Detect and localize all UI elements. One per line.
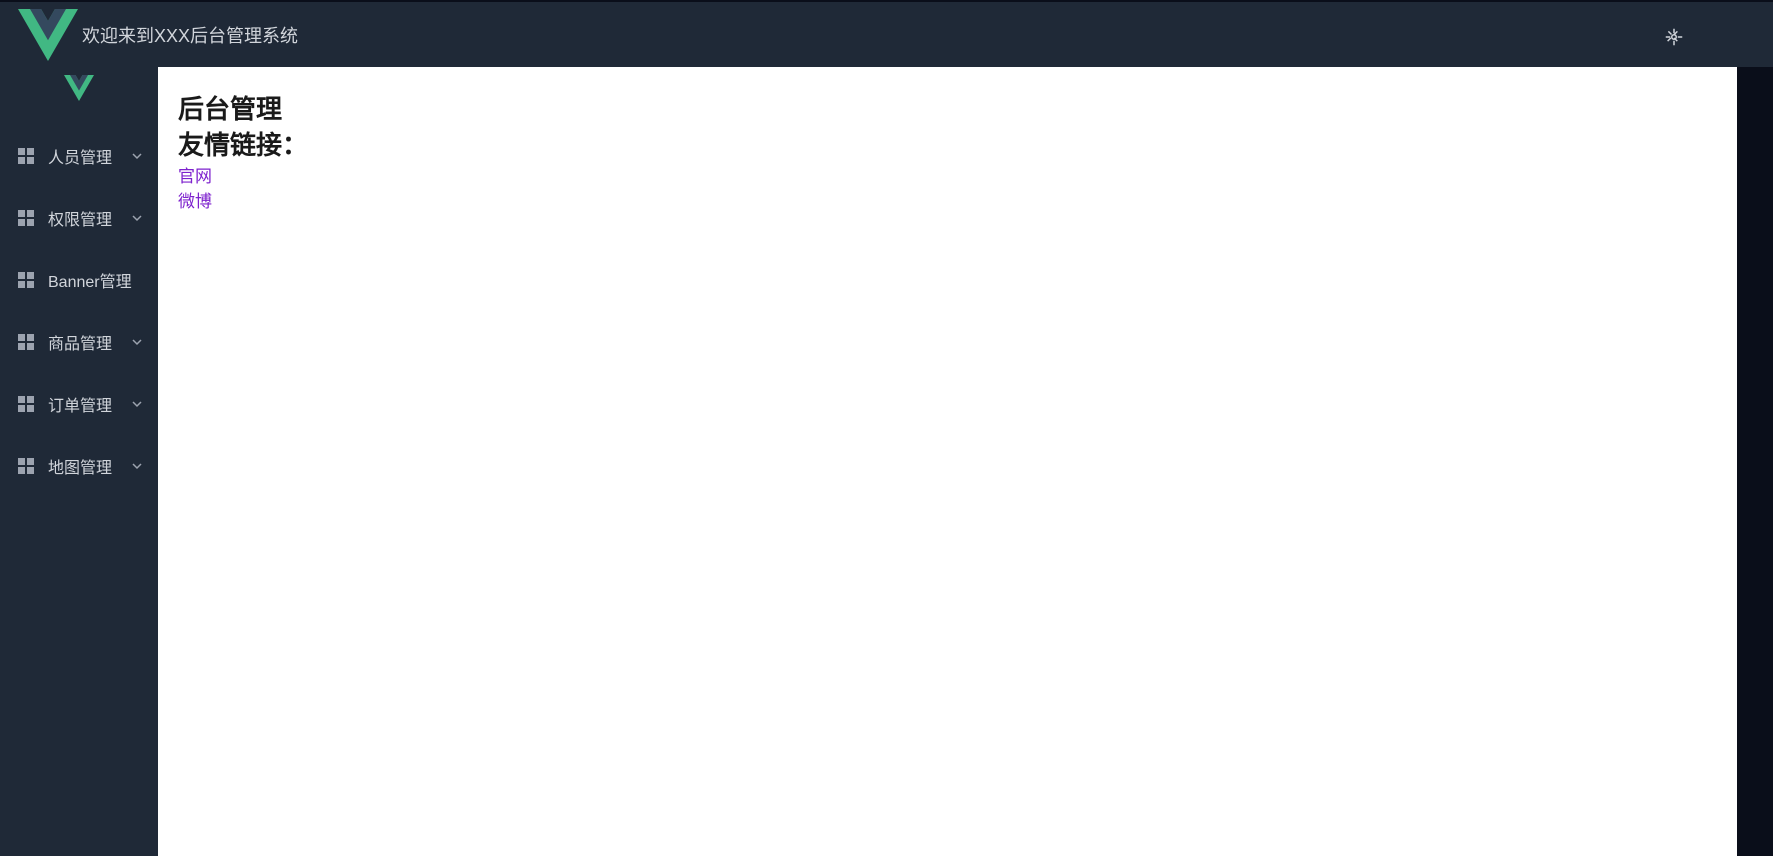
main-content: 后台管理 友情链接： 官网 微博: [158, 67, 1737, 856]
chevron-down-icon: [132, 399, 142, 409]
sidebar-item-label: 订单管理: [48, 392, 132, 416]
sidebar-item-personnel[interactable]: 人员管理: [0, 125, 158, 187]
sidebar-item-permissions[interactable]: 权限管理: [0, 187, 158, 249]
right-gutter: [1755, 67, 1773, 856]
sidebar-item-label: Banner管理: [48, 268, 158, 292]
vue-logo-icon: [18, 5, 78, 65]
sidebar-item-label: 商品管理: [48, 330, 132, 354]
sidebar-item-label: 权限管理: [48, 206, 132, 230]
links-heading: 友情链接：: [178, 127, 1717, 163]
grid-icon: [18, 148, 34, 164]
sidebar-item-label: 地图管理: [48, 454, 132, 478]
chevron-down-icon: [132, 151, 142, 161]
chevron-down-icon: [132, 213, 142, 223]
grid-icon: [18, 458, 34, 474]
header-title: 欢迎来到XXX后台管理系统: [82, 22, 298, 48]
settings-icon[interactable]: [1665, 28, 1683, 46]
sidebar-item-label: 人员管理: [48, 144, 132, 168]
sidebar-item-orders[interactable]: 订单管理: [0, 373, 158, 435]
grid-icon: [18, 272, 34, 288]
link-official[interactable]: 官网: [178, 164, 1717, 190]
grid-icon: [18, 334, 34, 350]
grid-icon: [18, 210, 34, 226]
chevron-down-icon: [132, 461, 142, 471]
sidebar-item-banner[interactable]: Banner管理: [0, 249, 158, 311]
vue-logo-small-icon: [64, 75, 94, 101]
container: 人员管理 权限管理 Banner管理 商品管理 订单管理: [0, 67, 1773, 856]
sidebar-item-maps[interactable]: 地图管理: [0, 435, 158, 497]
link-weibo[interactable]: 微博: [178, 189, 1717, 215]
chevron-down-icon: [132, 337, 142, 347]
header: 欢迎来到XXX后台管理系统: [0, 0, 1773, 67]
page-title: 后台管理: [178, 91, 1717, 127]
sidebar-item-products[interactable]: 商品管理: [0, 311, 158, 373]
sidebar: 人员管理 权限管理 Banner管理 商品管理 订单管理: [0, 67, 158, 856]
grid-icon: [18, 396, 34, 412]
